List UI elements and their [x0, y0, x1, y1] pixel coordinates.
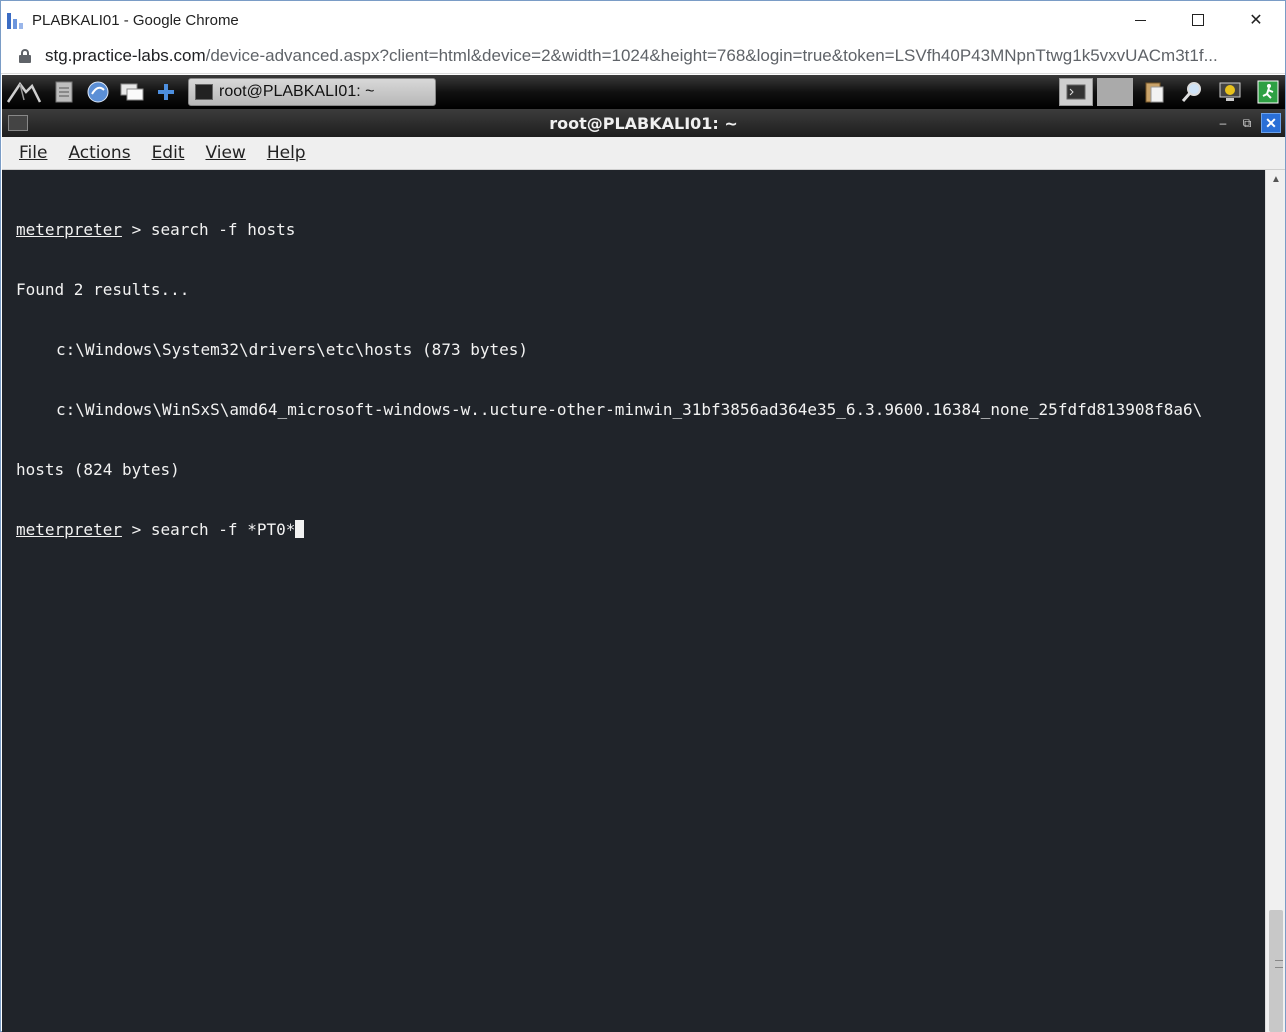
kali-top-panel: root@PLABKALI01: ~	[2, 75, 1285, 109]
restore-icon: ⧉	[1242, 115, 1252, 130]
lock-icon[interactable]	[19, 49, 31, 63]
menu-actions[interactable]: Actions	[68, 143, 130, 163]
taskbar-terminal-label: root@PLABKALI01: ~	[219, 83, 375, 100]
command-text: > search -f hosts	[121, 220, 296, 239]
menu-file[interactable]: File	[19, 143, 47, 163]
close-button[interactable]: ✕	[1227, 1, 1285, 39]
close-icon: ✕	[1249, 12, 1263, 29]
terminal-line: c:\Windows\WinSxS\amd64_microsoft-window…	[56, 400, 1203, 419]
taskbar-terminal-button[interactable]: root@PLABKALI01: ~	[188, 78, 436, 106]
terminal-window-icon	[8, 115, 28, 131]
terminal-line: meterpreter > search -f hosts	[16, 220, 1265, 240]
logout-icon[interactable]	[1251, 78, 1285, 106]
terminal-icon	[195, 84, 213, 100]
meterpreter-prompt: meterpreter	[16, 220, 122, 239]
maximize-button[interactable]	[1169, 1, 1227, 39]
terminal-line: c:\Windows\System32\drivers\etc\hosts (8…	[56, 340, 529, 359]
terminal-minimize-button[interactable]: –	[1213, 113, 1233, 133]
kali-menu-icon[interactable]	[4, 78, 44, 106]
show-desktop-icon[interactable]	[118, 79, 146, 105]
terminal-line: meterpreter > search -f *PT0*	[16, 520, 1265, 540]
menu-help[interactable]: Help	[267, 143, 306, 163]
monitor-icon[interactable]	[1213, 78, 1247, 106]
terminal-line: Found 2 results...	[16, 280, 190, 299]
minimize-icon: –	[1219, 116, 1227, 130]
scroll-up-icon[interactable]: ▲	[1266, 170, 1286, 188]
window-title: PLABKALI01 - Google Chrome	[32, 11, 239, 29]
terminal-close-button[interactable]: ✕	[1261, 113, 1281, 133]
add-icon[interactable]	[152, 79, 180, 105]
clipboard-icon[interactable]	[1137, 78, 1171, 106]
terminal-titlebar[interactable]: root@PLABKALI01: ~ – ⧉ ✕	[2, 109, 1285, 137]
minimize-icon	[1134, 19, 1146, 21]
browser-titlebar: PLABKALI01 - Google Chrome ✕	[1, 1, 1285, 39]
meterpreter-prompt: meterpreter	[16, 520, 122, 539]
terminal-maximize-button[interactable]: ⧉	[1237, 113, 1257, 133]
file-manager-icon[interactable]	[50, 79, 78, 105]
minimize-button[interactable]	[1111, 1, 1169, 39]
close-icon: ✕	[1265, 114, 1277, 131]
remote-desktop[interactable]: root@PLABKALI01: ~ root@PLABKALI01: ~ – …	[2, 75, 1285, 1032]
practice-labs-icon	[7, 11, 23, 29]
command-text: > search -f *PT0*	[121, 520, 296, 539]
terminal-launcher-icon[interactable]	[1059, 78, 1093, 106]
url-host: stg.practice-labs.com	[45, 46, 206, 65]
text-cursor	[295, 520, 305, 538]
terminal-menubar: File Actions Edit View Help	[2, 137, 1285, 170]
search-icon[interactable]	[1175, 78, 1209, 106]
terminal-output[interactable]: meterpreter > search -f hosts Found 2 re…	[2, 170, 1265, 1032]
terminal-title: root@PLABKALI01: ~	[549, 113, 738, 133]
address-bar[interactable]: stg.practice-labs.com/device-advanced.as…	[1, 39, 1285, 74]
terminal-scrollbar[interactable]: ▲	[1265, 170, 1285, 1032]
menu-edit[interactable]: Edit	[152, 143, 185, 163]
browser-window: PLABKALI01 - Google Chrome ✕ stg.practic…	[0, 0, 1286, 1032]
web-browser-icon[interactable]	[84, 79, 112, 105]
url-path: /device-advanced.aspx?client=html&device…	[205, 46, 1218, 65]
scrollbar-thumb[interactable]	[1269, 910, 1283, 1032]
terminal-line: hosts (824 bytes)	[16, 460, 180, 479]
menu-view[interactable]: View	[205, 143, 245, 163]
tray-blank	[1097, 78, 1133, 106]
maximize-icon	[1192, 14, 1204, 26]
